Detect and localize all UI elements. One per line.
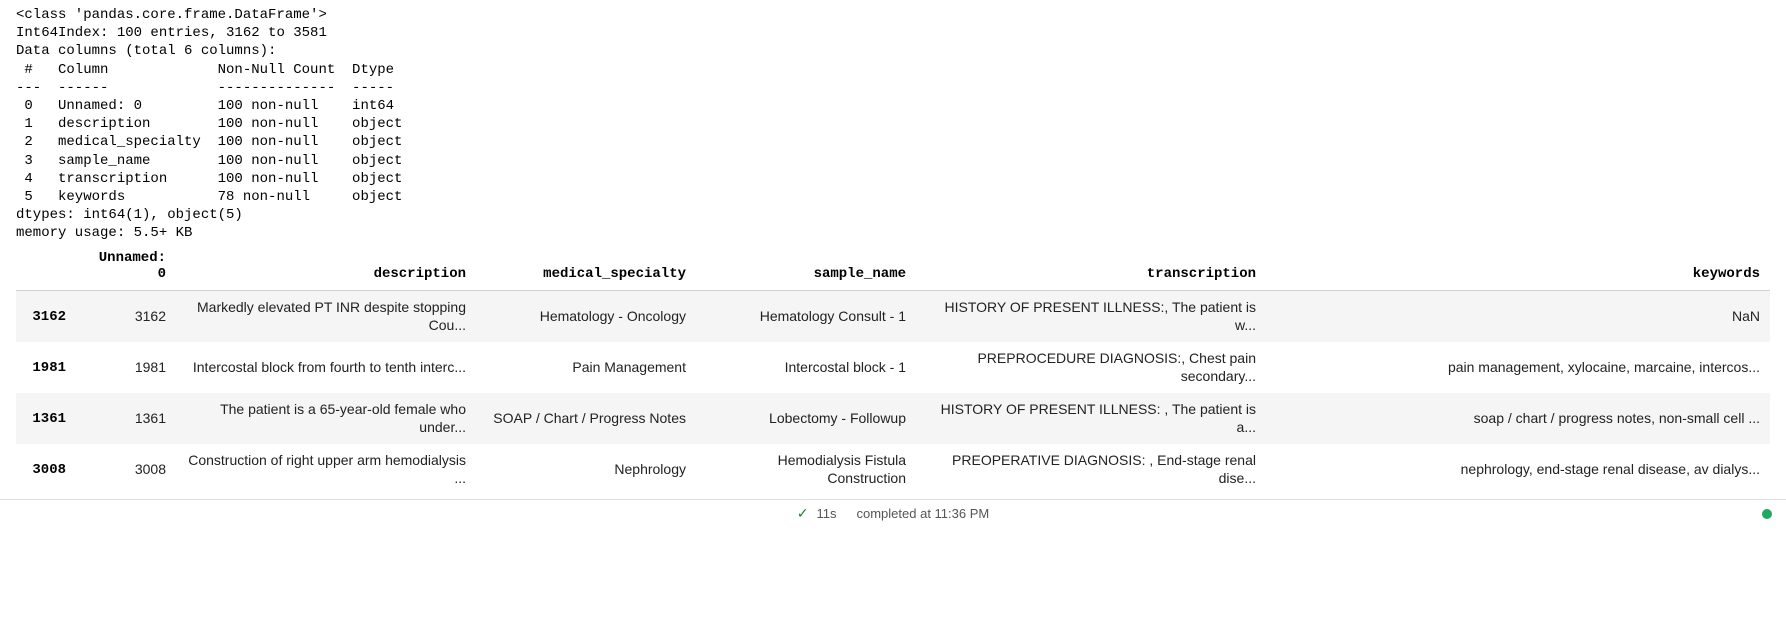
dataframe-info-text: <class 'pandas.core.frame.DataFrame'> In… [16, 6, 1770, 242]
col-header-keywords: keywords [1266, 246, 1770, 291]
cell-keywords: NaN [1266, 291, 1770, 343]
col-header-transcription: transcription [916, 246, 1266, 291]
cell-keywords: nephrology, end-stage renal disease, av … [1266, 444, 1770, 495]
cell-unnamed: 3162 [76, 291, 176, 343]
cell-sample: Hematology Consult - 1 [696, 291, 916, 343]
cell-unnamed: 3008 [76, 444, 176, 495]
cell-transcription: HISTORY OF PRESENT ILLNESS: , The patien… [916, 393, 1266, 444]
check-icon: ✓ [797, 505, 809, 522]
row-index: 1361 [16, 393, 76, 444]
cell-description: The patient is a 65-year-old female who … [176, 393, 476, 444]
table-header-row: Unnamed: 0 description medical_specialty… [16, 246, 1770, 291]
col-header-index [16, 246, 76, 291]
table-row: 1981 1981 Intercostal block from fourth … [16, 342, 1770, 393]
kernel-status-icon [1762, 509, 1772, 519]
cell-specialty: Pain Management [476, 342, 696, 393]
cell-specialty: Nephrology [476, 444, 696, 495]
col-header-description: description [176, 246, 476, 291]
cell-description: Markedly elevated PT INR despite stoppin… [176, 291, 476, 343]
cell-keywords: soap / chart / progress notes, non-small… [1266, 393, 1770, 444]
row-index: 1981 [16, 342, 76, 393]
row-index: 3162 [16, 291, 76, 343]
col-header-unnamed: Unnamed: 0 [76, 246, 176, 291]
cell-unnamed: 1361 [76, 393, 176, 444]
cell-transcription: HISTORY OF PRESENT ILLNESS:, The patient… [916, 291, 1266, 343]
table-row: 3008 3008 Construction of right upper ar… [16, 444, 1770, 495]
cell-output: <class 'pandas.core.frame.DataFrame'> In… [0, 0, 1786, 495]
cell-unnamed: 1981 [76, 342, 176, 393]
execution-completed-text: completed at 11:36 PM [857, 506, 990, 521]
col-header-sample: sample_name [696, 246, 916, 291]
cell-specialty: Hematology - Oncology [476, 291, 696, 343]
cell-transcription: PREOPERATIVE DIAGNOSIS: , End-stage rena… [916, 444, 1266, 495]
cell-transcription: PREPROCEDURE DIAGNOSIS:, Chest pain seco… [916, 342, 1266, 393]
dataframe-table: Unnamed: 0 description medical_specialty… [16, 246, 1770, 495]
cell-keywords: pain management, xylocaine, marcaine, in… [1266, 342, 1770, 393]
cell-sample: Lobectomy - Followup [696, 393, 916, 444]
cell-description: Intercostal block from fourth to tenth i… [176, 342, 476, 393]
table-row: 3162 3162 Markedly elevated PT INR despi… [16, 291, 1770, 343]
cell-specialty: SOAP / Chart / Progress Notes [476, 393, 696, 444]
row-index: 3008 [16, 444, 76, 495]
table-row: 1361 1361 The patient is a 65-year-old f… [16, 393, 1770, 444]
cell-sample: Hemodialysis Fistula Construction [696, 444, 916, 495]
cell-description: Construction of right upper arm hemodial… [176, 444, 476, 495]
execution-duration: 11s [817, 506, 837, 521]
cell-status-bar: ✓ 11s completed at 11:36 PM [0, 499, 1786, 527]
cell-sample: Intercostal block - 1 [696, 342, 916, 393]
col-header-specialty: medical_specialty [476, 246, 696, 291]
